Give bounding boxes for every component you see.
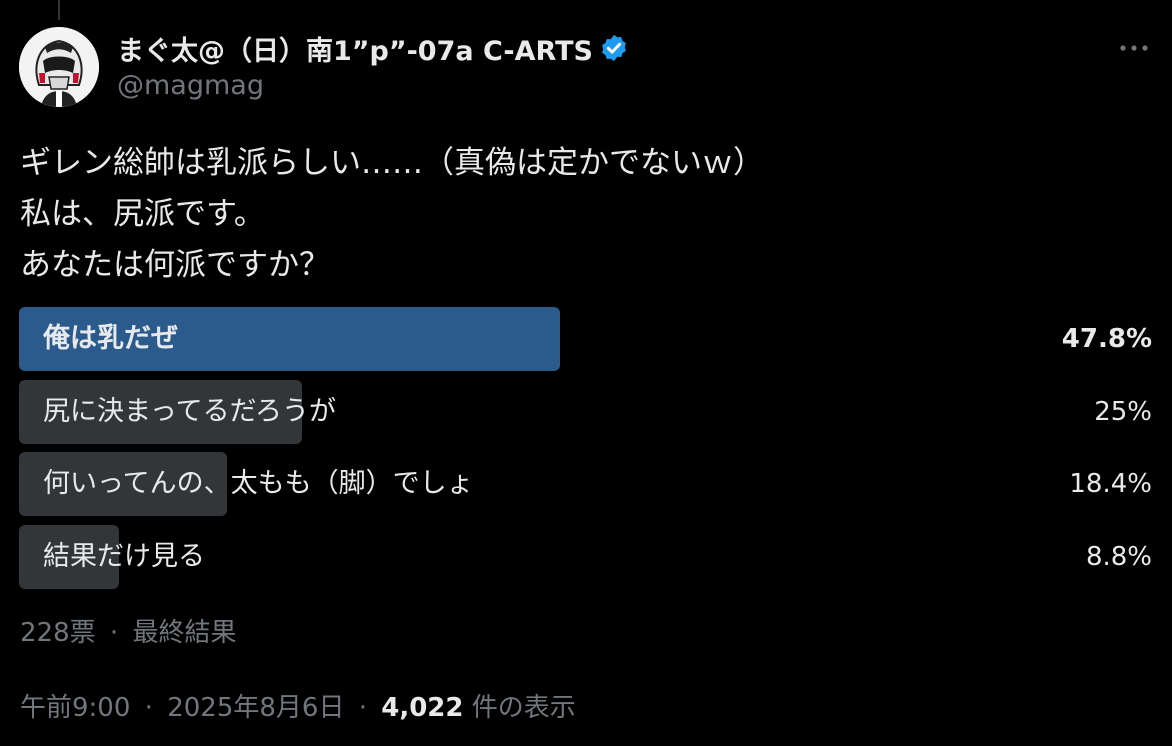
views-count[interactable]: 4,022 [381, 693, 463, 723]
poll-option-label: 結果だけ見る [43, 540, 205, 572]
poll-option[interactable]: 尻に決まってるだろうが 25% [19, 379, 1152, 444]
author-name-row: まぐ太@（日）南1”p”-07a C-ARTS [117, 28, 629, 68]
poll-status: 最終結果 [132, 618, 237, 648]
poll-option[interactable]: 俺は乳だぜ 47.8% [19, 307, 1152, 371]
author-display-name[interactable]: まぐ太@（日）南1”p”-07a C-ARTS [117, 29, 593, 68]
tweet-text: ギレン総帥は乳派らしい……（真偽は定かでないｗ） 私は、尻派です。 あなたは何派… [20, 138, 764, 291]
author-handle[interactable]: @magmag [117, 70, 264, 101]
tweet-date[interactable]: 2025年8月6日 [167, 693, 344, 723]
more-options-button[interactable] [1114, 30, 1154, 66]
separator-dot: · [144, 693, 153, 723]
poll-vote-count: 228票 [20, 618, 96, 648]
tweet-meta: 午前9:00 · 2025年8月6日 · 4,022 件の表示 [20, 687, 576, 724]
poll: 俺は乳だぜ 47.8% 尻に決まってるだろうが 25% 何いってんの、太もも（脚… [19, 307, 1152, 597]
poll-option-percent: 47.8% [1061, 324, 1152, 354]
views-label: 件の表示 [471, 693, 576, 723]
poll-option[interactable]: 結果だけ見る 8.8% [19, 524, 1152, 589]
poll-option-percent: 18.4% [1069, 469, 1152, 499]
helmet-avatar-icon [19, 27, 99, 107]
more-horizontal-icon [1120, 45, 1148, 51]
poll-option-label: 尻に決まってるだろうが [43, 395, 336, 427]
avatar[interactable] [19, 27, 99, 107]
poll-option[interactable]: 何いってんの、太もも（脚）でしょ 18.4% [19, 452, 1152, 516]
verified-badge-icon[interactable] [599, 33, 629, 63]
tweet-text-line: 私は、尻派です。 [20, 196, 265, 232]
poll-option-label: 俺は乳だぜ [43, 323, 178, 354]
separator-dot: · [109, 618, 119, 648]
tweet-text-line: あなたは何派ですか？ [20, 247, 330, 283]
thread-connector-line [58, 0, 60, 20]
tweet-text-line: ギレン総帥は乳派らしい……（真偽は定かでないｗ） [20, 145, 764, 181]
separator-dot: · [358, 693, 367, 723]
poll-option-percent: 8.8% [1085, 541, 1152, 572]
poll-summary: 228票 · 最終結果 [20, 612, 236, 649]
tweet-time[interactable]: 午前9:00 [20, 693, 130, 723]
poll-option-label: 何いってんの、太もも（脚）でしょ [43, 468, 474, 499]
poll-option-percent: 25% [1094, 396, 1152, 427]
